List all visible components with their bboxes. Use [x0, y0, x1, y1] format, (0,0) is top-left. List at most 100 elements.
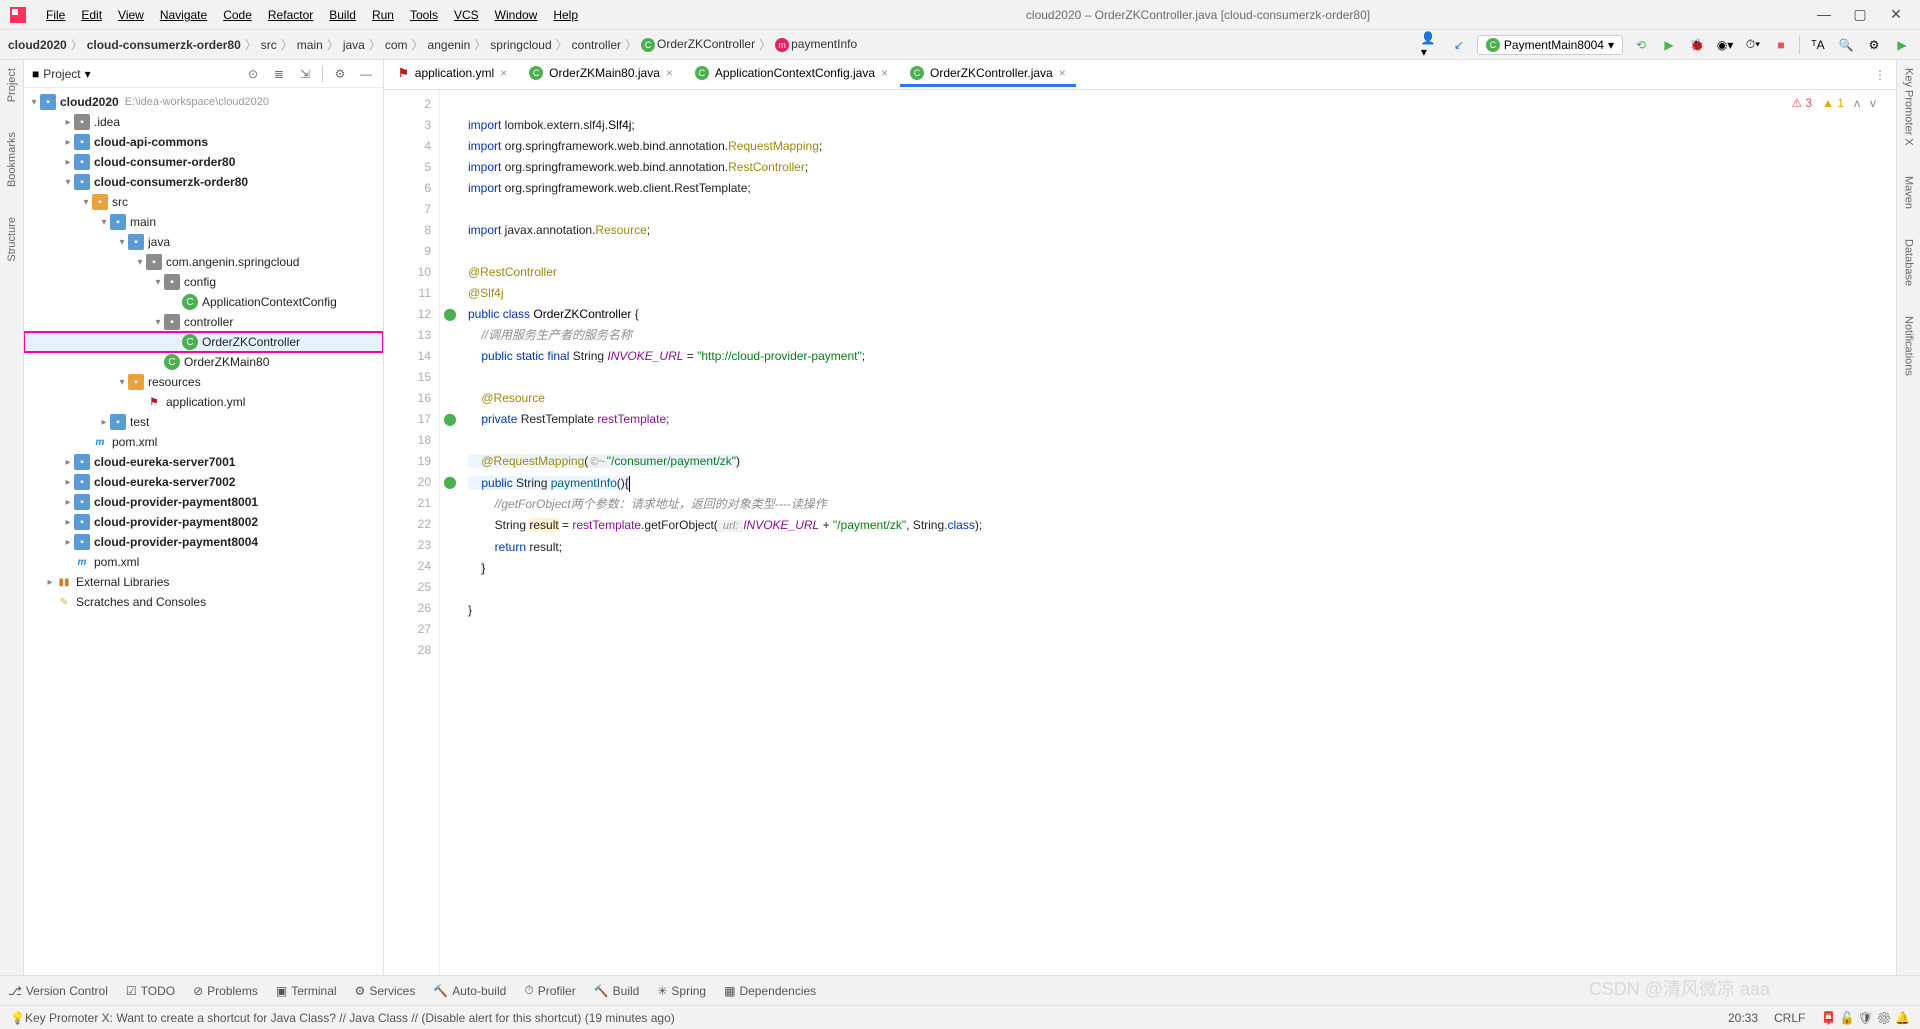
menu-run[interactable]: Run [366, 6, 400, 24]
close-tab-icon[interactable]: × [666, 66, 673, 80]
tree-item[interactable]: ▾▪resources [24, 372, 383, 392]
crumb[interactable]: java [343, 38, 365, 52]
coverage-icon[interactable]: ◉▾ [1715, 35, 1735, 55]
tree-item[interactable]: COrderZKMain80 [24, 352, 383, 372]
search-icon[interactable]: 🔍 [1836, 35, 1856, 55]
tree-item[interactable]: ▸▪cloud-provider-payment8001 [24, 492, 383, 512]
tree-item[interactable]: ▸▪cloud-consumer-order80 [24, 152, 383, 172]
run-icon[interactable]: ▶ [1659, 35, 1679, 55]
close-tab-icon[interactable]: × [500, 66, 507, 80]
crumb[interactable]: COrderZKController [641, 37, 755, 52]
tree-item[interactable]: COrderZKController [24, 332, 383, 352]
menu-navigate[interactable]: Navigate [154, 6, 213, 24]
tree-item[interactable]: mpom.xml [24, 552, 383, 572]
close-tab-icon[interactable]: × [881, 66, 888, 80]
run-config-selector[interactable]: CPaymentMain8004 ▾ [1477, 35, 1623, 55]
settings-icon[interactable]: ⚙ [1864, 35, 1884, 55]
close-tab-icon[interactable]: × [1059, 66, 1066, 80]
crumb[interactable]: mpaymentInfo [775, 37, 857, 52]
menu-view[interactable]: View [112, 6, 150, 24]
tree-item[interactable]: ⚑application.yml [24, 392, 383, 412]
select-opened-icon[interactable]: ⊙ [244, 67, 262, 81]
editor-body[interactable]: ⚠ 3 ▲ 1 ʌv 23456789101112131415161718192… [384, 90, 1896, 975]
menu-window[interactable]: Window [489, 6, 544, 24]
build-icon[interactable]: ⟲ [1631, 35, 1651, 55]
editor-tabs-menu[interactable]: ⋮ [1864, 68, 1896, 82]
tab-database[interactable]: Database [1903, 239, 1915, 286]
tree-item[interactable]: ▾▪controller [24, 312, 383, 332]
tree-item[interactable]: ▾▪src [24, 192, 383, 212]
play-icon[interactable]: ▶ [1892, 35, 1912, 55]
bulb-icon[interactable]: 💡 [10, 1011, 25, 1025]
expand-all-icon[interactable]: ≣ [270, 67, 288, 81]
close-button[interactable]: ✕ [1884, 6, 1908, 23]
tree-item[interactable]: ▸▪cloud-api-commons [24, 132, 383, 152]
translate-icon[interactable]: ᵀA [1808, 35, 1828, 55]
panel-settings-icon[interactable]: ⚙ [331, 67, 349, 81]
tool-problems[interactable]: ⊘Problems [193, 984, 258, 998]
user-icon[interactable]: 👤▾ [1421, 35, 1441, 55]
tree-item[interactable]: ▸▮▮External Libraries [24, 572, 383, 592]
tool-profiler[interactable]: ⏱Profiler [524, 983, 575, 998]
menu-edit[interactable]: Edit [75, 6, 108, 24]
crumb[interactable]: cloud2020 [8, 38, 67, 52]
tree-item[interactable]: ▾▪cloud-consumerzk-order80 [24, 172, 383, 192]
tab-project[interactable]: Project [6, 68, 18, 102]
editor-tab[interactable]: CApplicationContextConfig.java× [685, 62, 898, 87]
menu-build[interactable]: Build [323, 6, 362, 24]
tree-item[interactable]: ▾▪java [24, 232, 383, 252]
tab-maven[interactable]: Maven [1903, 176, 1915, 209]
crumb[interactable]: com [385, 38, 408, 52]
maximize-button[interactable]: ▢ [1848, 6, 1872, 23]
editor-tab[interactable]: COrderZKMain80.java× [519, 62, 683, 87]
tree-item[interactable]: ▾▪main [24, 212, 383, 232]
code-area[interactable]: import lombok.extern.slf4j.Slf4j;import … [460, 90, 1896, 975]
crumb[interactable]: angenin [428, 38, 471, 52]
crumb[interactable]: springcloud [490, 38, 551, 52]
menu-vcs[interactable]: VCS [448, 6, 485, 24]
tree-item[interactable]: mpom.xml [24, 432, 383, 452]
tab-notifications[interactable]: Notifications [1903, 316, 1915, 376]
tool-build[interactable]: 🔨Build [594, 984, 640, 998]
tree-item[interactable]: ▸▪test [24, 412, 383, 432]
editor-tab[interactable]: ⚑application.yml× [388, 62, 517, 87]
tab-keypromoter[interactable]: Key Promoter X [1903, 68, 1915, 146]
menu-code[interactable]: Code [217, 6, 258, 24]
line-separator[interactable]: CRLF [1774, 1011, 1805, 1025]
tool-terminal[interactable]: ▣Terminal [276, 984, 337, 998]
project-tree[interactable]: ▾▪cloud2020E:\idea-workspace\cloud2020▸▪… [24, 88, 383, 975]
crumb[interactable]: src [261, 38, 277, 52]
tree-item[interactable]: ▾▪com.angenin.springcloud [24, 252, 383, 272]
tree-item[interactable]: ▸▪cloud-provider-payment8002 [24, 512, 383, 532]
tool-deps[interactable]: ▦Dependencies [724, 984, 816, 998]
tab-bookmarks[interactable]: Bookmarks [6, 132, 18, 187]
menu-file[interactable]: File [40, 6, 71, 24]
tool-autobuild[interactable]: 🔨Auto-build [433, 984, 506, 998]
collapse-all-icon[interactable]: ⇲ [296, 67, 314, 81]
menu-help[interactable]: Help [547, 6, 584, 24]
tab-structure[interactable]: Structure [6, 217, 18, 262]
panel-hide-icon[interactable]: — [357, 67, 375, 81]
menu-refactor[interactable]: Refactor [262, 6, 319, 24]
caret-position[interactable]: 20:33 [1728, 1011, 1758, 1025]
tree-item[interactable]: ▸▪cloud-eureka-server7002 [24, 472, 383, 492]
crumb[interactable]: cloud-consumerzk-order80 [87, 38, 241, 52]
tool-services[interactable]: ⚙Services [355, 984, 416, 998]
editor-tab[interactable]: COrderZKController.java× [900, 62, 1076, 87]
project-view-selector[interactable]: ■ Project ▾ [32, 67, 91, 81]
tree-item[interactable]: ▸▪cloud-eureka-server7001 [24, 452, 383, 472]
debug-icon[interactable]: 🐞 [1687, 35, 1707, 55]
back-icon[interactable]: ↙ [1449, 35, 1469, 55]
tool-vcs[interactable]: ⎇Version Control [8, 984, 108, 998]
crumb[interactable]: controller [572, 38, 621, 52]
stop-icon[interactable]: ■ [1771, 35, 1791, 55]
tool-todo[interactable]: ☑TODO [126, 984, 175, 998]
tree-item[interactable]: CApplicationContextConfig [24, 292, 383, 312]
tree-item[interactable]: ▾▪config [24, 272, 383, 292]
minimize-button[interactable]: — [1812, 6, 1836, 23]
tool-spring[interactable]: ✳Spring [657, 984, 706, 998]
tree-item[interactable]: ▸▪.idea [24, 112, 383, 132]
tree-item[interactable]: ▸▪cloud-provider-payment8004 [24, 532, 383, 552]
profile-icon[interactable]: ⏱▾ [1743, 35, 1763, 55]
crumb[interactable]: main [297, 38, 323, 52]
